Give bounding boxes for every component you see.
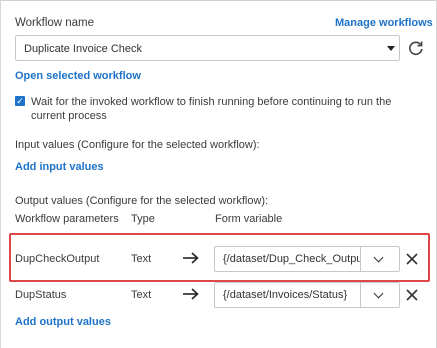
chevron-down-icon [373,288,384,299]
manage-workflows-link[interactable]: Manage workflows [335,17,433,29]
form-variable-input[interactable]: {/dataset/Invoices/Status} [215,283,361,307]
workflow-select-value: Duplicate Invoice Check [24,43,143,55]
close-icon[interactable] [405,288,419,302]
workflow-select[interactable]: Duplicate Invoice Check [15,35,400,61]
param-name: DupCheckOutput [15,253,100,265]
form-variable-field[interactable]: {/dataset/Dup_Check_Output} [214,246,400,272]
wait-label-line-1: Wait for the invoked workflow to finish … [31,96,392,108]
workflow-name-label: Workflow name [15,17,95,29]
form-variable-input[interactable]: {/dataset/Dup_Check_Output} [215,247,361,271]
form-variable-dropdown-button[interactable] [361,247,399,271]
dropdown-caret-icon [387,46,395,51]
param-name: DupStatus [15,289,67,301]
panel-left-border [0,0,1,348]
arrow-right-icon [182,250,200,266]
param-type: Text [131,289,152,301]
wait-label-line-2: current process [31,110,107,122]
input-values-heading: Input values (Configure for the selected… [15,139,260,151]
column-header-type: Type [131,213,155,225]
form-variable-field[interactable]: {/dataset/Invoices/Status} [214,282,400,308]
panel-top-border [0,0,437,1]
arrow-right-icon [182,286,200,302]
column-header-form-variable: Form variable [215,213,283,225]
close-icon[interactable] [405,252,419,266]
chevron-down-icon [373,252,384,263]
refresh-icon[interactable] [407,39,425,57]
output-values-heading: Output values (Configure for the selecte… [15,195,269,207]
add-input-values-link[interactable]: Add input values [15,161,104,173]
add-output-values-link[interactable]: Add output values [15,316,111,328]
wait-checkbox-label: Wait for the invoked workflow to finish … [31,95,391,123]
form-variable-dropdown-button[interactable] [361,283,399,307]
open-selected-workflow-link[interactable]: Open selected workflow [15,70,141,82]
wait-checkbox[interactable]: ✓ [15,96,25,106]
param-type: Text [131,253,152,265]
column-header-parameters: Workflow parameters [15,213,119,225]
